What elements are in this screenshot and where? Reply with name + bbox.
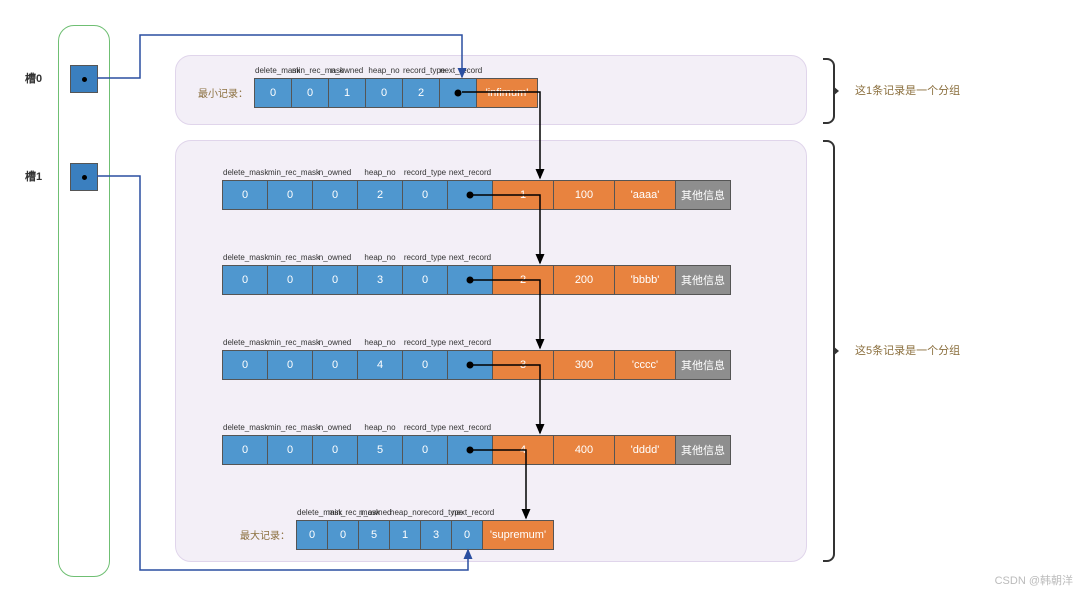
slot0-box (70, 65, 98, 93)
slot1-box (70, 163, 98, 191)
payload-cell: 'infimum' (477, 79, 537, 107)
slots-panel (58, 25, 110, 577)
row-3: delete_mask0 min_rec_mask0 n_owned0 heap… (222, 350, 731, 380)
slot0-label: 槽0 (25, 70, 42, 86)
label-min-record: 最小记录： (198, 85, 248, 100)
brace-bottom (823, 140, 835, 562)
row-supremum: 最大记录： delete_mask0 min_rec_mask0 n_owned… (240, 520, 554, 550)
annotation-top: 这1条记录是一个分组 (855, 82, 960, 98)
row-2: delete_mask0 min_rec_mask0 n_owned0 heap… (222, 265, 731, 295)
row-1: delete_mask0 min_rec_mask0 n_owned0 heap… (222, 180, 731, 210)
row-4: delete_mask0 min_rec_mask0 n_owned0 heap… (222, 435, 731, 465)
row-infimum: 最小记录： delete_mask0 min_rec_mask0 n_owned… (198, 78, 538, 108)
next-record-cell: next_record (440, 79, 477, 107)
cell: n_owned1 (329, 79, 366, 107)
cell: min_rec_mask0 (292, 79, 329, 107)
cells-infimum: delete_mask0 min_rec_mask0 n_owned1 heap… (254, 78, 538, 108)
slot1-label: 槽1 (25, 168, 42, 184)
watermark: CSDN @韩朝洋 (995, 572, 1073, 588)
brace-top (823, 58, 835, 124)
cell: heap_no0 (366, 79, 403, 107)
annotation-bottom: 这5条记录是一个分组 (855, 342, 960, 358)
cell: record_type2 (403, 79, 440, 107)
cell: delete_mask0 (255, 79, 292, 107)
label-max-record: 最大记录： (240, 527, 290, 542)
cells: delete_mask0 min_rec_mask0 n_owned0 heap… (222, 180, 731, 210)
